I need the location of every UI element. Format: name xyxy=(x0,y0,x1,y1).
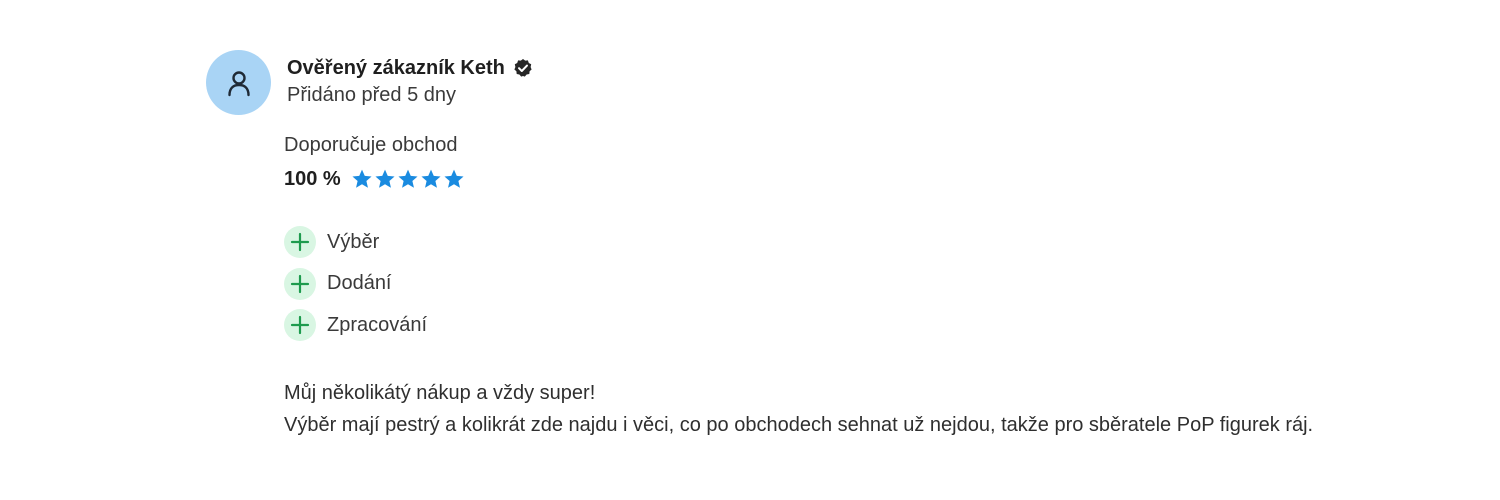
rating-percent: 100 % xyxy=(284,167,341,190)
star-icon xyxy=(421,169,441,188)
pro-item: Výběr xyxy=(284,226,427,258)
pro-label: Dodání xyxy=(327,272,392,294)
rating-row: 100 % xyxy=(284,165,465,193)
comment-line: Můj několikátý nákup a vždy super! xyxy=(284,382,596,404)
review-comment: Můj několikátý nákup a vždy super! Výběr… xyxy=(284,377,1313,441)
author-name: Ověřený zákazník Keth xyxy=(287,56,505,79)
plus-icon xyxy=(284,309,316,341)
pro-item: Dodání xyxy=(284,267,427,300)
star-icon xyxy=(352,169,372,188)
plus-icon xyxy=(284,226,316,258)
plus-icon xyxy=(284,267,316,300)
star-icon xyxy=(375,169,395,188)
avatar xyxy=(206,50,271,115)
review-date: Přidáno před 5 dny xyxy=(287,84,457,106)
pros-list: Výběr Dodání Zpracování xyxy=(284,226,427,351)
pro-label: Výběr xyxy=(327,230,380,253)
recommend-label: Doporučuje obchod xyxy=(284,134,458,156)
pro-item: Zpracování xyxy=(284,309,427,341)
user-icon xyxy=(227,70,250,96)
comment-line: Výběr mají pestrý a kolikrát zde najdu i… xyxy=(284,414,1314,436)
review-card: Ověřený zákazník Keth Přidáno před 5 dny… xyxy=(0,0,1500,500)
pro-label: Zpracování xyxy=(327,313,428,336)
star-icon xyxy=(444,169,464,188)
star-icon xyxy=(398,169,418,188)
author-line: Ověřený zákazník Keth xyxy=(287,54,533,82)
verified-check-icon xyxy=(513,58,533,78)
star-rating xyxy=(351,168,465,190)
